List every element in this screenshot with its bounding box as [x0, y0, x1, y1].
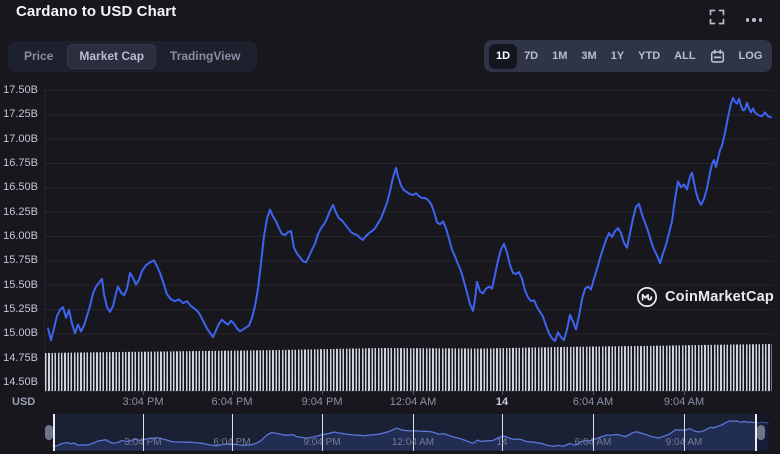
fullscreen-button[interactable] [704, 6, 730, 28]
coinmarketcap-watermark-text: CoinMarketCap [665, 289, 774, 305]
navigator-right-handle[interactable] [757, 425, 765, 440]
range-button-1m[interactable]: 1M [545, 44, 574, 69]
y-axis-label: 16.50B [3, 181, 38, 194]
y-axis-label: 16.00B [3, 229, 38, 242]
x-axis-tick [593, 391, 594, 395]
x-axis-tick [322, 391, 323, 395]
y-axis-label: 15.25B [3, 302, 38, 315]
x-axis-baseline [44, 391, 772, 392]
x-axis-label: 6:04 AM [572, 396, 614, 408]
navigator-time-label: 9:04 AM [665, 437, 703, 448]
calendar-icon [710, 48, 724, 63]
more-options-button[interactable] [740, 6, 768, 28]
x-axis-label: 3:04 PM [122, 396, 164, 408]
x-axis-label: 9:04 AM [663, 396, 705, 408]
x-axis-tick [413, 391, 414, 395]
coinmarketcap-logo-icon [636, 286, 658, 308]
ellipsis-icon [744, 10, 764, 25]
x-axis-label: 6:04 PM [211, 396, 253, 408]
navigator-left-bound [53, 414, 55, 451]
range-button-3m[interactable]: 3M [574, 44, 603, 69]
range-button-log[interactable]: LOG [732, 44, 770, 69]
x-axis-tick [684, 391, 685, 395]
range-button-all[interactable]: ALL [667, 44, 702, 69]
x-axis-tick [502, 391, 503, 395]
navigator-time-label: 3:04 PM [124, 437, 162, 448]
page-title: Cardano to USD Chart [16, 3, 177, 20]
tab-price[interactable]: Price [12, 44, 65, 69]
range-button-1d[interactable]: 1D [489, 43, 518, 69]
range-button-1y[interactable]: 1Y [604, 44, 631, 69]
range-button-7d[interactable]: 7D [517, 44, 545, 69]
x-axis-tick [232, 391, 233, 395]
y-axis-label: 16.75B [3, 156, 38, 169]
x-axis-label: 12:04 AM [389, 396, 437, 408]
navigator-time-label: 6:04 PM [213, 437, 251, 448]
tab-market-cap[interactable]: Market Cap [67, 44, 157, 69]
y-axis-label: 16.25B [3, 205, 38, 218]
navigator-time-label: 9:04 PM [303, 437, 341, 448]
fullscreen-icon [709, 9, 725, 25]
y-axis-label: 17.50B [3, 84, 38, 96]
navigator-time-label: 12:04 AM [391, 437, 435, 448]
x-axis-label: 14 [495, 396, 509, 408]
y-axis-label: 17.00B [3, 132, 38, 145]
y-axis-label: 15.50B [3, 278, 38, 291]
cardano-chart-widget: Cardano to USD Chart Price Market Cap Trad… [0, 0, 780, 454]
y-axis-label: 17.25B [3, 108, 38, 121]
navigator-time-label: 6:04 AM [574, 437, 612, 448]
axis-unit-label: USD [12, 396, 36, 408]
y-axis-label: 15.00B [3, 327, 38, 340]
chart-type-tabs: Price Market Cap TradingView [8, 41, 257, 72]
calendar-range-button[interactable] [703, 44, 732, 69]
y-axis-label: 14.75B [3, 351, 38, 364]
tab-tradingview[interactable]: TradingView [158, 44, 252, 69]
range-selector: 1D 7D 1M 3M 1Y YTD ALL LOG [484, 40, 772, 72]
navigator-left-handle[interactable] [45, 425, 53, 440]
range-button-ytd[interactable]: YTD [631, 44, 667, 69]
plot-area[interactable] [44, 90, 773, 383]
y-axis-label: 15.75B [3, 254, 38, 267]
coinmarketcap-watermark: CoinMarketCap [636, 286, 774, 308]
x-axis-label: 9:04 PM [301, 396, 343, 408]
x-axis-tick [143, 391, 144, 395]
y-axis-label: 14.50B [3, 375, 38, 388]
navigator-time-label: 14 [496, 437, 508, 448]
